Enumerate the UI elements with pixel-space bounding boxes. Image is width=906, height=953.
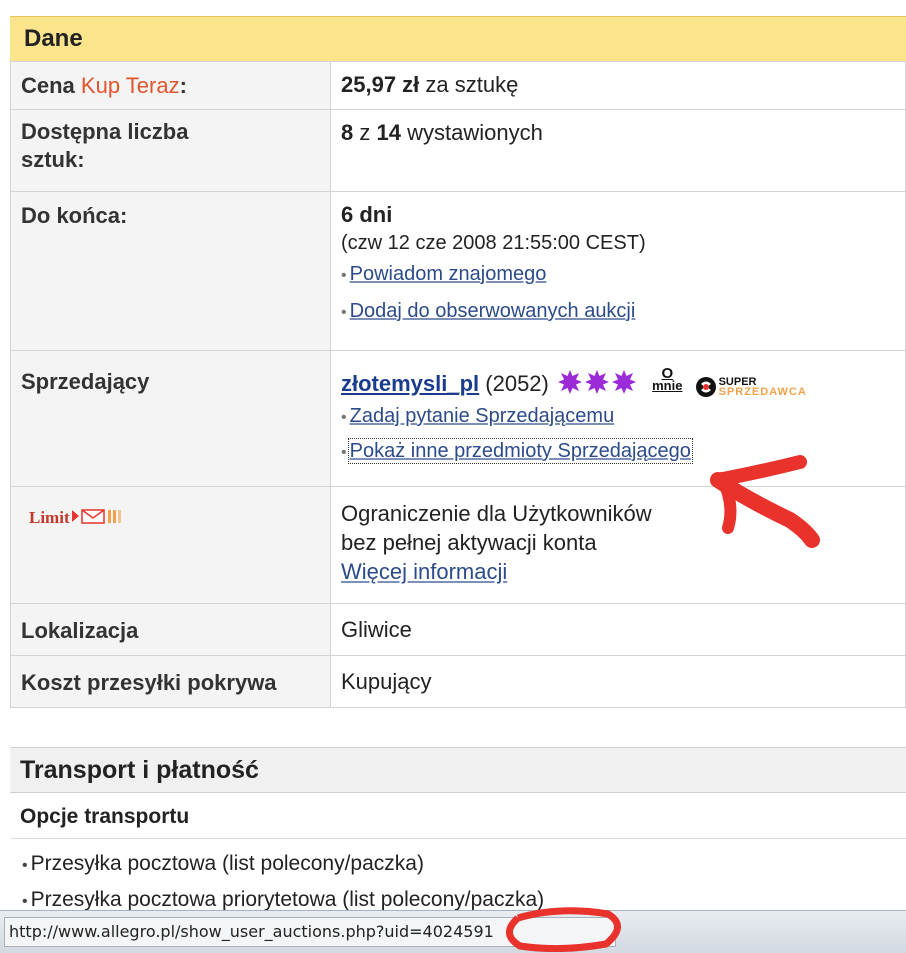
cena-value: 25,97 zł za sztukę bbox=[330, 61, 906, 110]
row-cena: Cena Kup Teraz: 25,97 zł za sztukę bbox=[10, 61, 906, 110]
koniec-label-text: Do końca: bbox=[21, 203, 128, 228]
limit-line1: Ograniczenie dla Użytkowników bbox=[341, 501, 652, 526]
super-sprzedawca-icon: SUPER SPRZEDAWCA bbox=[695, 373, 807, 399]
koniec-value: 6 dni (czw 12 cze 2008 21:55:00 CEST) • P… bbox=[330, 191, 906, 351]
limit-label: Limit bbox=[10, 486, 331, 604]
sprzedajacy-value: złotemysli_pl (2052) Omnie SUPER SPRZEDAW… bbox=[330, 350, 906, 487]
transport-section-header: Transport i płatność bbox=[10, 747, 906, 793]
transport-option: • Przesyłka pocztowa (list polecony/paczk… bbox=[22, 852, 424, 875]
transport-option: • Przesyłka pocztowa priorytetowa (list p… bbox=[22, 888, 545, 911]
dane-table: Cena Kup Teraz: 25,97 zł za sztukę Dostę… bbox=[10, 61, 906, 708]
seller-rating: (2052) bbox=[479, 371, 549, 396]
pokaz-line: • Pokaż inne przedmioty Sprzedającego bbox=[341, 438, 693, 464]
row-koniec: Do końca: 6 dni (czw 12 cze 2008 21:55:0… bbox=[10, 191, 906, 351]
row-liczba: Dostępna liczba sztuk: 8 z 14 wystawiony… bbox=[10, 109, 906, 192]
lokalizacja-value: Gliwice bbox=[330, 603, 906, 656]
transport-subtitle: Opcje transportu bbox=[20, 805, 190, 828]
zadaj-line: • Zadaj pytanie Sprzedającemu bbox=[341, 405, 615, 427]
price-suffix: za sztukę bbox=[419, 72, 519, 97]
powiadom-line: • Powiadom znajomego bbox=[341, 263, 547, 285]
liczba-label: Dostępna liczba sztuk: bbox=[10, 109, 331, 192]
transport-option-label: Przesyłka pocztowa priorytetowa (list po… bbox=[30, 888, 545, 911]
row-limit: Limit Ograniczenie dla Użytkowników bez … bbox=[10, 486, 906, 604]
purple-star-icon bbox=[558, 370, 582, 394]
days-left: 6 dni bbox=[341, 202, 393, 227]
koszt-value: Kupujący bbox=[330, 655, 906, 708]
kup-teraz-label: Kup Teraz bbox=[80, 73, 180, 98]
wiecej-informacji-link[interactable]: Więcej informacji bbox=[341, 559, 507, 584]
dane-title: Dane bbox=[24, 25, 83, 52]
limit-envelope-icon: Limit bbox=[29, 503, 132, 529]
liczba-value: 8 z 14 wystawionych bbox=[330, 109, 906, 192]
limit-value: Ograniczenie dla Użytkowników bez pełnej… bbox=[330, 486, 906, 604]
o-mnie-bottom: mnie bbox=[652, 378, 683, 393]
super-bottom: SPRZEDAWCA bbox=[718, 385, 807, 398]
lokalizacja-label: Lokalizacja bbox=[10, 603, 331, 656]
o-mnie-link[interactable]: Omnie bbox=[652, 366, 683, 393]
price: 25,97 zł bbox=[341, 72, 420, 97]
pokaz-inne-link[interactable]: Pokaż inne przedmioty Sprzedającego bbox=[347, 438, 693, 464]
limit-line2: bez pełnej aktywacji konta bbox=[341, 530, 597, 555]
seller-line: złotemysli_pl (2052) Omnie SUPER SPRZEDAW… bbox=[341, 366, 897, 399]
obserwuj-link[interactable]: Dodaj do obserwowanych aukcji bbox=[350, 300, 636, 322]
purple-star-icon bbox=[612, 370, 636, 394]
koniec-label: Do końca: bbox=[10, 191, 331, 351]
cena-label-prefix: Cena bbox=[21, 73, 81, 98]
cena-label: Cena Kup Teraz: bbox=[10, 61, 331, 110]
zadaj-pytanie-link[interactable]: Zadaj pytanie Sprzedającemu bbox=[350, 405, 615, 427]
row-lokalizacja: Lokalizacja Gliwice bbox=[10, 603, 906, 656]
sprzedajacy-label-text: Sprzedający bbox=[21, 369, 150, 394]
koszt-label-text: Koszt przesyłki pokrywa bbox=[21, 670, 277, 695]
liczba-z: z bbox=[353, 120, 377, 145]
available-count: 8 bbox=[341, 120, 354, 145]
sprzedajacy-label: Sprzedający bbox=[10, 350, 331, 487]
row-sprzedajacy: Sprzedający złotemysli_pl (2052) Omnie S… bbox=[10, 350, 906, 487]
lokalizacja-label-text: Lokalizacja bbox=[21, 618, 139, 643]
powiadom-link[interactable]: Powiadom znajomego bbox=[350, 263, 547, 285]
obserwuj-line: • Dodaj do obserwowanych aukcji bbox=[341, 300, 636, 322]
koszt-label: Koszt przesyłki pokrywa bbox=[10, 655, 331, 708]
dane-section-header: Dane bbox=[10, 16, 906, 62]
transport-option-label: Przesyłka pocztowa (list polecony/paczka… bbox=[30, 852, 424, 875]
row-koszt: Koszt przesyłki pokrywa Kupujący bbox=[10, 655, 906, 708]
liczba-suffix: wystawionych bbox=[400, 120, 543, 145]
status-url: http://www.allegro.pl/show_user_auctions… bbox=[4, 917, 616, 947]
purple-star-icon bbox=[585, 370, 609, 394]
total-count: 14 bbox=[376, 120, 401, 145]
transport-subheader: Opcje transportu bbox=[10, 793, 906, 839]
seller-name-link[interactable]: złotemysli_pl bbox=[341, 371, 479, 396]
cena-label-suffix: : bbox=[179, 73, 187, 98]
liczba-label-text: Dostępna liczba sztuk: bbox=[21, 119, 189, 172]
limit-logo-text: Limit bbox=[29, 508, 70, 527]
end-date: (czw 12 cze 2008 21:55:00 CEST) bbox=[341, 232, 646, 254]
browser-status-bar: http://www.allegro.pl/show_user_auctions… bbox=[0, 910, 906, 953]
transport-title: Transport i płatność bbox=[20, 756, 259, 784]
